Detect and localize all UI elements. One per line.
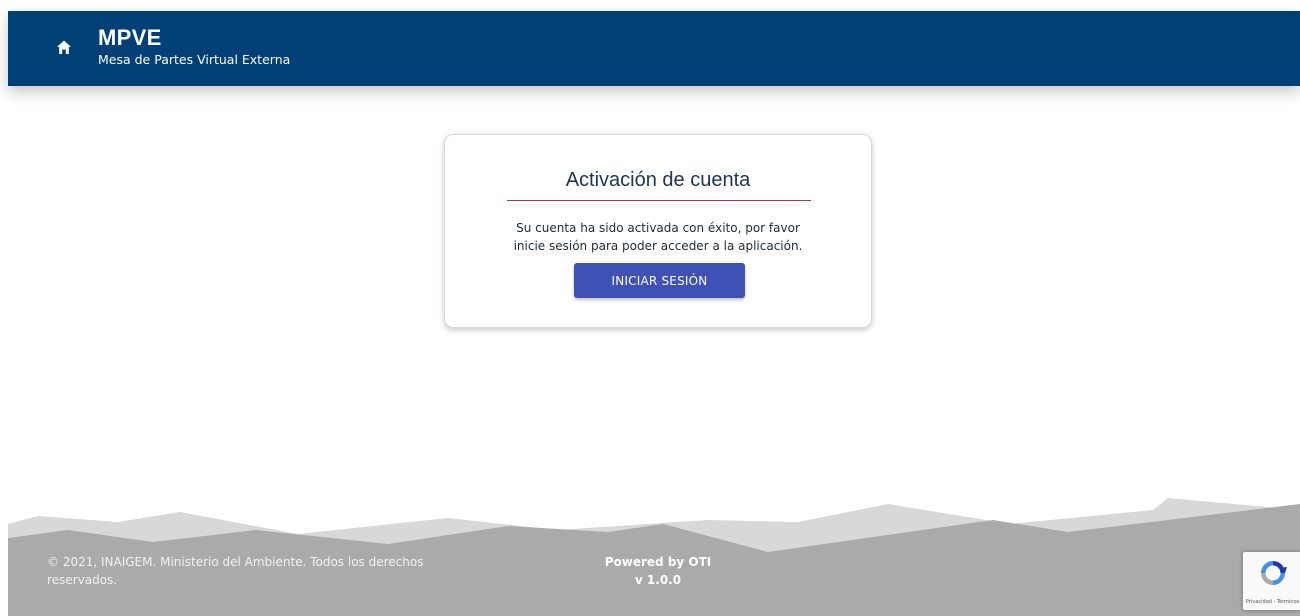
recaptcha-links[interactable]: Privacidad - Términos bbox=[1246, 599, 1300, 605]
footer-powered-by: Powered by OTI v 1.0.0 bbox=[558, 553, 758, 589]
home-button[interactable] bbox=[52, 36, 76, 58]
activation-message: Su cuenta ha sido activada con éxito, po… bbox=[485, 219, 831, 255]
activation-message-line-1: Su cuenta ha sido activada con éxito, po… bbox=[516, 221, 800, 235]
recaptcha-icon bbox=[1261, 561, 1287, 585]
app-subtitle: Mesa de Partes Virtual Externa bbox=[98, 52, 291, 67]
home-icon bbox=[57, 40, 71, 54]
recaptcha-badge[interactable]: Privacidad - Términos bbox=[1243, 552, 1300, 610]
brand: MPVE Mesa de Partes Virtual Externa bbox=[98, 26, 290, 68]
login-button[interactable]: INICIAR SESIÓN bbox=[574, 263, 745, 298]
app-header: MPVE Mesa de Partes Virtual Externa bbox=[8, 11, 1300, 86]
version-label: v 1.0.0 bbox=[634, 573, 682, 587]
title-divider bbox=[507, 200, 811, 201]
activation-card: Activación de cuenta Su cuenta ha sido a… bbox=[444, 134, 872, 328]
footer-copyright-line-2: reservados. bbox=[47, 573, 118, 587]
powered-by-label: Powered by OTI bbox=[604, 555, 712, 569]
activation-message-line-2: inicie sesión para poder acceder a la ap… bbox=[513, 239, 803, 253]
app-title: MPVE bbox=[98, 25, 162, 50]
footer-copyright-line-1: © 2021, INAIGEM. Ministerio del Ambiente… bbox=[47, 555, 424, 569]
footer-copyright: © 2021, INAIGEM. Ministerio del Ambiente… bbox=[47, 553, 447, 589]
card-title: Activación de cuenta bbox=[565, 169, 751, 191]
page: MPVE Mesa de Partes Virtual Externa Acti… bbox=[0, 0, 1300, 616]
